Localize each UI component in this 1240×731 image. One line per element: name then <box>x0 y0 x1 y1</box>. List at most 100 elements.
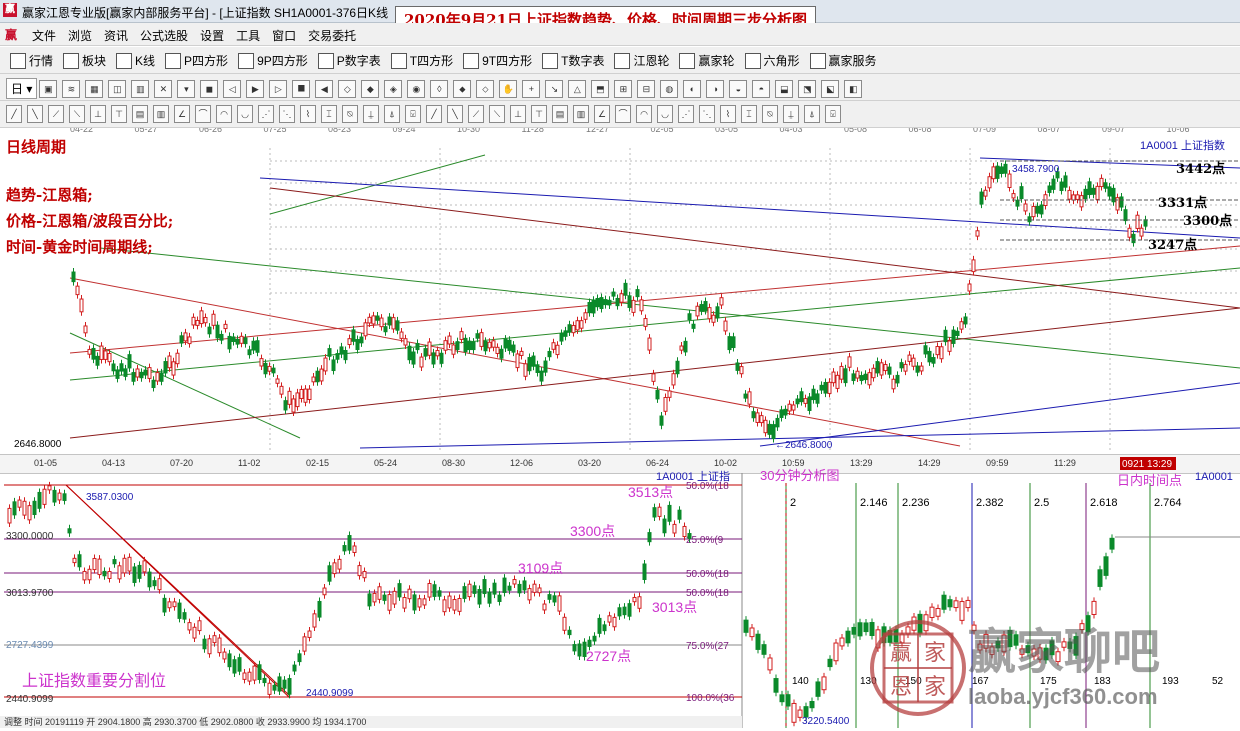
chart-tool-icon-7[interactable]: ▾ <box>177 79 196 98</box>
chart-tool-icon-30[interactable]: ◑ <box>706 79 725 98</box>
chart-tool-icon-11[interactable]: ▷ <box>269 79 288 98</box>
draw-tool-icon-28[interactable]: ▥ <box>573 105 589 123</box>
draw-tool-icon-24[interactable]: ⟍ <box>489 105 505 123</box>
draw-tool-icon-26[interactable]: ⊤ <box>531 105 547 123</box>
draw-tool-icon-13[interactable]: ⋰ <box>258 105 274 123</box>
toolbar-button-PN[interactable]: P数字表 <box>314 51 385 70</box>
chart-tool-icon-32[interactable]: ◓ <box>752 79 771 98</box>
draw-tool-icon-25[interactable]: ⊥ <box>510 105 526 123</box>
chart-tool-icon-12[interactable]: ⯀ <box>292 79 311 98</box>
toolbar-button-win-wheel[interactable]: 赢家轮 <box>675 51 738 70</box>
chart-tool-icon-5[interactable]: ▥ <box>131 79 150 98</box>
toolbar-button-wheel[interactable]: 江恩轮 <box>610 51 673 70</box>
menu-item-3[interactable]: 资讯 <box>98 27 134 44</box>
chart-tool-icon-19[interactable]: ⬥ <box>453 79 472 98</box>
draw-tool-icon-37[interactable]: ⍉ <box>762 105 778 123</box>
chart-tool-icon-21[interactable]: ✋ <box>499 79 518 98</box>
toolbar-button-9P[interactable]: 9P四方形 <box>234 51 312 70</box>
chart-tool-icon-31[interactable]: ◒ <box>729 79 748 98</box>
draw-tool-icon-30[interactable]: ⌒ <box>615 105 631 123</box>
draw-tool-icon-32[interactable]: ◡ <box>657 105 673 123</box>
toolbar-button-dollar[interactable]: 赢家服务 <box>806 51 881 70</box>
draw-tool-icon-8[interactable]: ▥ <box>153 105 169 123</box>
draw-tool-icon-11[interactable]: ◠ <box>216 105 232 123</box>
draw-tool-icon-36[interactable]: ⌶ <box>741 105 757 123</box>
draw-tool-icon-15[interactable]: ⌇ <box>300 105 316 123</box>
chart-tool-icon-22[interactable]: + <box>522 79 541 98</box>
draw-tool-icon-5[interactable]: ⊥ <box>90 105 106 123</box>
draw-tool-icon-4[interactable]: ⟍ <box>69 105 85 123</box>
chart-tool-icon-26[interactable]: ⊞ <box>614 79 633 98</box>
chart-tool-icon-35[interactable]: ⬕ <box>821 79 840 98</box>
menu-item-2[interactable]: 浏览 <box>62 27 98 44</box>
toolbar-button-TS[interactable]: T四方形 <box>387 51 457 70</box>
draw-tool-icon-3[interactable]: ⟋ <box>48 105 64 123</box>
draw-tool-icon-33[interactable]: ⋰ <box>678 105 694 123</box>
toolbar-button-kline[interactable]: K线 <box>112 51 159 70</box>
chart-tool-icon-34[interactable]: ⬔ <box>798 79 817 98</box>
draw-tool-icon-17[interactable]: ⍉ <box>342 105 358 123</box>
toolbar-button-P[interactable]: P四方形 <box>161 51 232 70</box>
toolbar-button-hex[interactable]: 六角形 <box>741 51 804 70</box>
draw-tool-icon-39[interactable]: ⍋ <box>804 105 820 123</box>
draw-tool-icon-2[interactable]: ╲ <box>27 105 43 123</box>
draw-tool-icon-7[interactable]: ▤ <box>132 105 148 123</box>
menu-item-4[interactable]: 公式选股 <box>134 27 194 44</box>
menu-item-6[interactable]: 工具 <box>230 27 266 44</box>
menu-item-5[interactable]: 设置 <box>194 27 230 44</box>
chart-tool-icon-24[interactable]: △ <box>568 79 587 98</box>
menu-item-7[interactable]: 窗口 <box>266 27 302 44</box>
draw-tool-icon-31[interactable]: ◠ <box>636 105 652 123</box>
draw-tool-icon-19[interactable]: ⍋ <box>384 105 400 123</box>
chart-tool-icon-4[interactable]: ◫ <box>108 79 127 98</box>
draw-tool-icon-10[interactable]: ⌒ <box>195 105 211 123</box>
chart-tool-icon-13[interactable]: ◀ <box>315 79 334 98</box>
chart-tool-icon-20[interactable]: ⬦ <box>476 79 495 98</box>
menu-item-8[interactable]: 交易委托 <box>302 27 362 44</box>
toolbar-button-TN[interactable]: T数字表 <box>538 51 608 70</box>
chart-tool-icon-14[interactable]: ◇ <box>338 79 357 98</box>
draw-tool-icon-29[interactable]: ∠ <box>594 105 610 123</box>
menu-logo-icon[interactable]: 赢 <box>5 26 17 43</box>
chart-tool-icon-27[interactable]: ⊟ <box>637 79 656 98</box>
draw-tool-icon-16[interactable]: ⌶ <box>321 105 337 123</box>
chart-tool-icon-10[interactable]: ▶ <box>246 79 265 98</box>
draw-tool-icon-14[interactable]: ⋱ <box>279 105 295 123</box>
draw-tool-icon-23[interactable]: ⟋ <box>468 105 484 123</box>
chart-tool-icon-1[interactable]: ▣ <box>39 79 58 98</box>
chart-tool-icon-8[interactable]: ◼ <box>200 79 219 98</box>
draw-tool-icon-40[interactable]: ⍌ <box>825 105 841 123</box>
chart-tool-icon-18[interactable]: ◊ <box>430 79 449 98</box>
chart-tool-icon-25[interactable]: ⬒ <box>591 79 610 98</box>
draw-tool-icon-20[interactable]: ⍌ <box>405 105 421 123</box>
chart-tool-icon-29[interactable]: ◐ <box>683 79 702 98</box>
chart-tool-icon-2[interactable]: ≋ <box>62 79 81 98</box>
chart-tool-icon-33[interactable]: ⬓ <box>775 79 794 98</box>
chart-tool-icon-3[interactable]: ▦ <box>85 79 104 98</box>
draw-tool-icon-1[interactable]: ╱ <box>6 105 22 123</box>
draw-tool-icon-35[interactable]: ⌇ <box>720 105 736 123</box>
draw-tool-icon-18[interactable]: ⍊ <box>363 105 379 123</box>
draw-tool-icon-34[interactable]: ⋱ <box>699 105 715 123</box>
toolbar-button-T9[interactable]: 9T四方形 <box>459 51 536 70</box>
draw-tool-icon-12[interactable]: ◡ <box>237 105 253 123</box>
chart-tool-icon-15[interactable]: ◆ <box>361 79 380 98</box>
toolbar-button-bars[interactable]: 行情 <box>6 51 57 70</box>
chart-tool-icon-16[interactable]: ◈ <box>384 79 403 98</box>
menu-item-1[interactable]: 文件 <box>26 27 62 44</box>
chart-tool-icon-17[interactable]: ◉ <box>407 79 426 98</box>
candle-body <box>237 657 242 672</box>
toolbar-button-grid[interactable]: 板块 <box>59 51 110 70</box>
chart-tool-icon-28[interactable]: ◍ <box>660 79 679 98</box>
period-select[interactable]: 日 ▾ <box>6 78 38 99</box>
draw-tool-icon-38[interactable]: ⍊ <box>783 105 799 123</box>
draw-tool-icon-22[interactable]: ╲ <box>447 105 463 123</box>
chart-tool-icon-9[interactable]: ◁ <box>223 79 242 98</box>
chart-tool-icon-36[interactable]: ◧ <box>844 79 863 98</box>
draw-tool-icon-27[interactable]: ▤ <box>552 105 568 123</box>
chart-tool-icon-23[interactable]: ↘ <box>545 79 564 98</box>
draw-tool-icon-9[interactable]: ∠ <box>174 105 190 123</box>
draw-tool-icon-21[interactable]: ╱ <box>426 105 442 123</box>
chart-tool-icon-6[interactable]: ✕ <box>154 79 173 98</box>
draw-tool-icon-6[interactable]: ⊤ <box>111 105 127 123</box>
